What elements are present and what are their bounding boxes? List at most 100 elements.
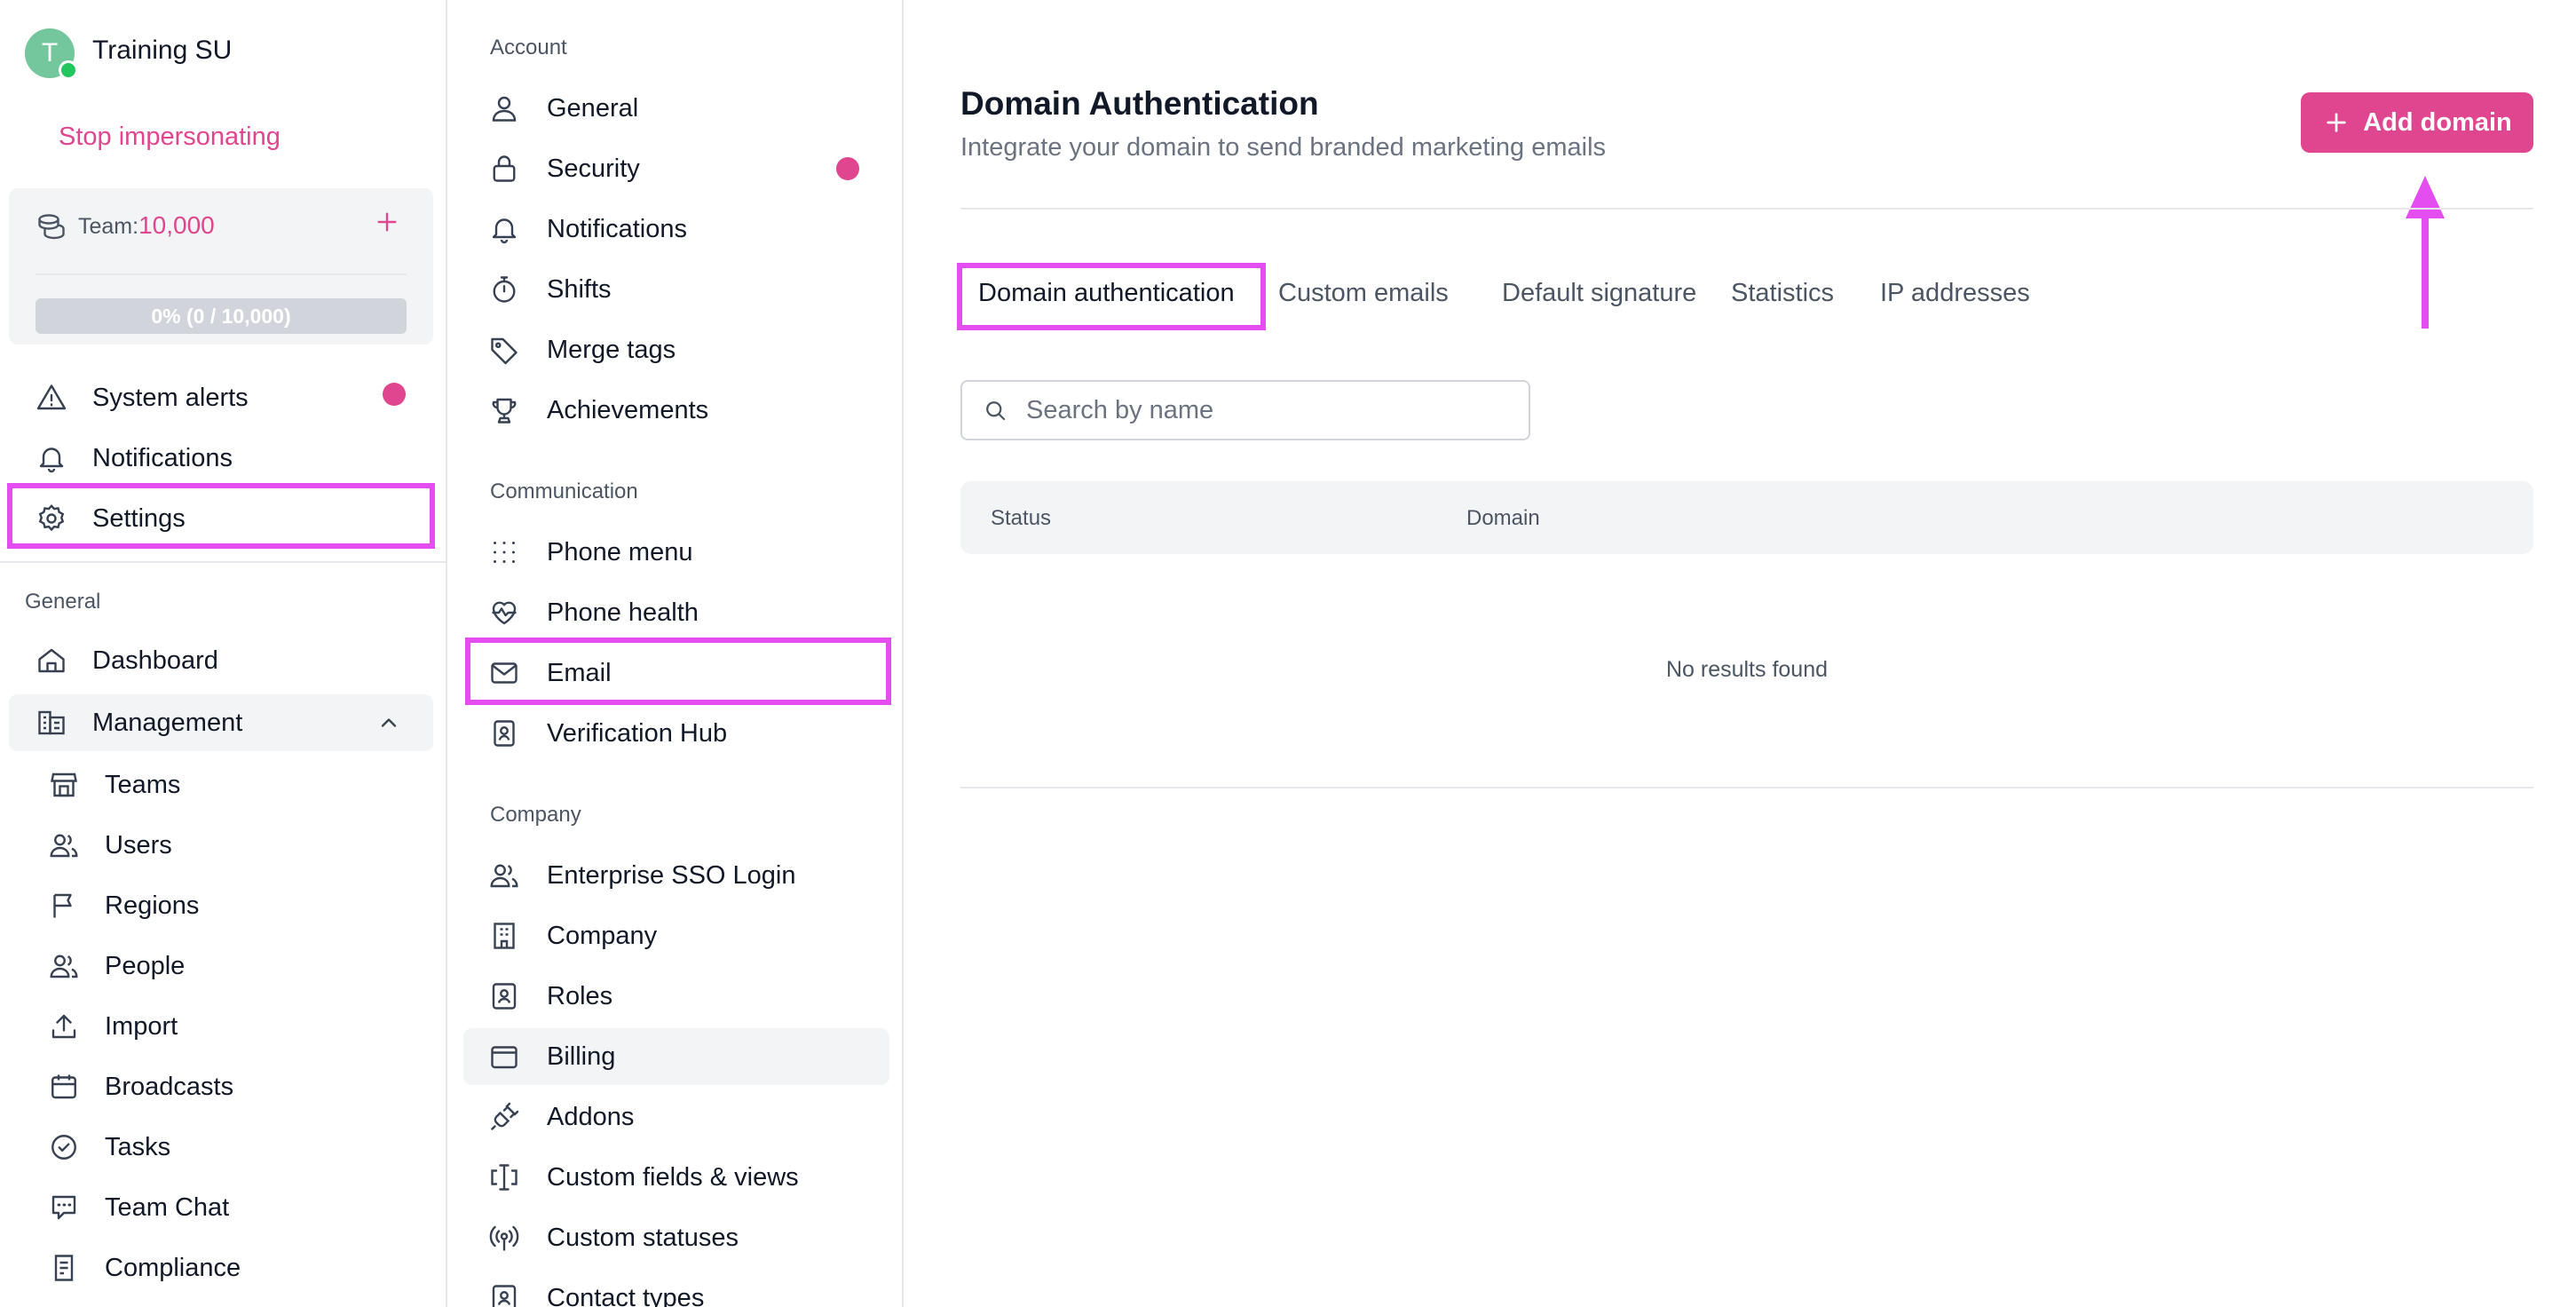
office-icon [486,918,522,954]
settings-item-label: Security [547,154,640,183]
sidebar-item-label: Broadcasts [105,1072,234,1101]
sidebar-item-regions[interactable]: Regions [46,877,199,934]
plus-icon [2322,108,2351,137]
add-credits-plus-icon[interactable] [373,208,401,236]
sidebar-item-tasks[interactable]: Tasks [46,1119,170,1176]
sidebar-item-people[interactable]: People [46,938,185,994]
settings-item-custom-fields[interactable]: Custom fields & views [486,1149,799,1206]
alert-triangle-icon [34,380,69,416]
sidebar-item-teams[interactable]: Teams [46,756,180,813]
avatar[interactable]: T [25,28,78,80]
settings-item-roles[interactable]: Roles [486,968,612,1025]
tab-domain-authentication[interactable]: Domain authentication [978,279,1235,308]
avatar-initial: T [41,38,59,67]
search-box[interactable] [960,380,1530,440]
table-header: Status Domain [960,481,2533,554]
sidebar-item-label: Notifications [92,443,233,472]
settings-item-label: Phone menu [547,537,693,566]
settings-item-phone-health[interactable]: Phone health [486,584,699,641]
settings-item-label: Contact types [547,1283,705,1307]
communication-section-heading: Communication [490,479,638,503]
settings-item-contact-types[interactable]: Contact types [486,1270,704,1307]
settings-item-custom-statuses[interactable]: Custom statuses [486,1209,739,1266]
tab-statistics[interactable]: Statistics [1731,279,1834,308]
bell-icon [486,211,522,247]
settings-item-enterprise-sso[interactable]: Enterprise SSO Login [486,847,795,904]
settings-item-label: Shifts [547,274,612,304]
account-section-heading: Account [490,36,567,59]
sidebar-item-import[interactable]: Import [46,998,178,1055]
sidebar-item-label: Team Chat [105,1192,230,1222]
sidebar-item-system-alerts[interactable]: System alerts [34,369,249,426]
sidebar-item-broadcasts[interactable]: Broadcasts [46,1058,233,1115]
stopwatch-icon [486,272,522,307]
contact-card-icon [486,1280,522,1307]
sidebar-item-management[interactable]: Management [34,694,242,751]
team-label-text: Team: [78,214,139,239]
sidebar-item-users[interactable]: Users [46,817,172,874]
team-credits-card: Team:10,000 0% (0 / 10,000) [9,188,433,345]
broadcast-icon [486,1220,522,1256]
add-domain-button[interactable]: Add domain [2301,92,2533,153]
lock-icon [486,151,522,186]
search-input[interactable] [1026,395,1523,425]
settings-item-verification-hub[interactable]: Verification Hub [486,705,727,762]
sidebar-item-notifications[interactable]: Notifications [34,430,233,487]
sidebar-item-label: Dashboard [92,646,218,675]
home-icon [34,643,69,678]
column-header-domain[interactable]: Domain [1466,506,1540,531]
team-credits-value: 10,000 [138,211,215,239]
settings-item-addons[interactable]: Addons [486,1089,634,1145]
settings-item-phone-menu[interactable]: Phone menu [486,524,692,581]
tab-ip-addresses[interactable]: IP addresses [1880,279,2030,308]
store-icon [46,767,82,803]
settings-item-label: General [547,93,639,123]
settings-item-merge-tags[interactable]: Merge tags [486,321,676,378]
settings-item-billing[interactable]: Billing [486,1028,615,1085]
settings-item-company[interactable]: Company [486,907,657,964]
settings-item-general[interactable]: General [486,80,638,137]
flag-icon [46,888,82,923]
team-credits-label: Team:10,000 [78,211,215,240]
settings-item-label: Achievements [547,395,709,424]
sidebar-item-label: Teams [105,770,181,799]
settings-item-notifications[interactable]: Notifications [486,201,687,257]
sidebar-item-label: Regions [105,891,200,920]
company-section-heading: Company [490,803,581,827]
sidebar-item-team-chat[interactable]: Team Chat [46,1179,229,1236]
trophy-icon [486,392,522,428]
plug-icon [486,1099,522,1135]
annotation-arrow-up-icon [2406,176,2445,329]
id-badge-icon [486,716,522,751]
settings-item-email[interactable]: Email [486,645,612,701]
text-cursor-icon [486,1160,522,1195]
calendar-icon [46,1069,82,1105]
settings-item-label: Enterprise SSO Login [547,860,796,890]
heartbeat-icon [486,595,522,630]
tab-custom-emails[interactable]: Custom emails [1278,279,1449,308]
upload-icon [46,1009,82,1044]
settings-item-label: Addons [547,1102,635,1131]
tab-default-signature[interactable]: Default signature [1502,279,1696,308]
column-header-status[interactable]: Status [991,506,1051,531]
users-icon [486,858,522,893]
settings-item-security[interactable]: Security [486,140,640,197]
sidebar-item-settings[interactable]: Settings [34,490,186,547]
settings-item-shifts[interactable]: Shifts [486,261,612,318]
user-name[interactable]: Training SU [92,36,232,66]
settings-item-achievements[interactable]: Achievements [486,382,708,439]
check-circle-icon [46,1129,82,1165]
settings-item-label: Phone health [547,598,699,627]
settings-item-label: Company [547,921,658,950]
sidebar-item-label: Settings [92,503,186,533]
settings-item-label: Custom fields & views [547,1162,799,1192]
add-domain-label: Add domain [2363,107,2512,137]
sidebar-item-label: People [105,951,186,980]
sidebar-item-compliance[interactable]: Compliance [46,1240,241,1296]
settings-item-label: Verification Hub [547,718,728,748]
stop-impersonating-link[interactable]: Stop impersonating [59,123,281,152]
chevron-up-icon[interactable] [376,710,401,735]
sidebar-item-dashboard[interactable]: Dashboard [34,632,218,689]
sidebar-item-label: Import [105,1011,178,1041]
general-section-heading: General [25,590,101,614]
